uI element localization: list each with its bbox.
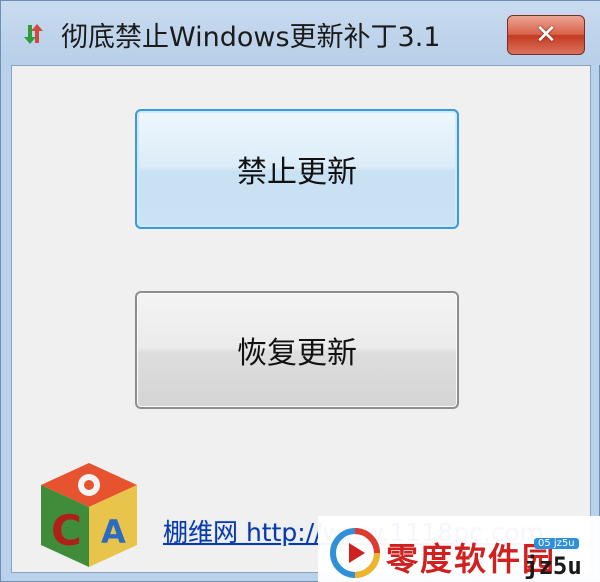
close-button[interactable]: ✕ (507, 15, 585, 55)
close-icon: ✕ (535, 20, 557, 50)
disable-update-button[interactable]: 禁止更新 (135, 109, 459, 229)
watermark-tag: 05 jz5u (534, 538, 579, 549)
play-logo-icon (330, 528, 380, 578)
cube-logo-icon: C A (41, 463, 137, 567)
svg-text:C: C (51, 506, 82, 555)
watermark-overlay: 零度软件园 05 jz5u jz5u (318, 516, 600, 582)
window-title: 彻底禁止Windows更新补丁3.1 (61, 22, 441, 53)
svg-text:A: A (101, 513, 126, 551)
arrows-app-icon (24, 24, 43, 44)
watermark-brand: jz5u (524, 552, 582, 580)
app-window: 彻底禁止Windows更新补丁3.1 ✕ 禁止更新 恢复更新 C A 棚维网 h… (0, 0, 600, 582)
title-bar[interactable]: 彻底禁止Windows更新补丁3.1 ✕ (1, 1, 600, 65)
restore-update-button[interactable]: 恢复更新 (135, 291, 459, 409)
